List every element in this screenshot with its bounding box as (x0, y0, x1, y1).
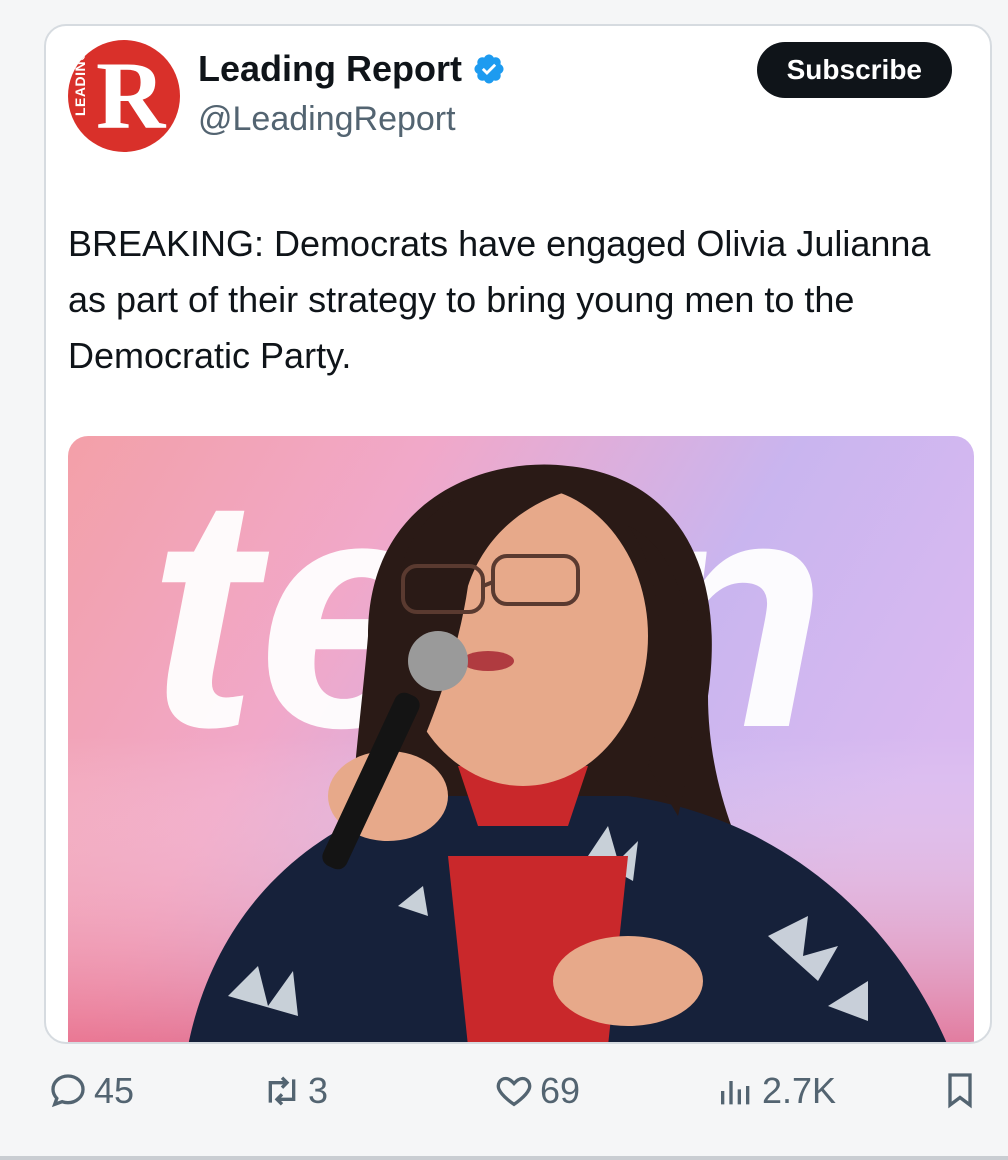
heart-icon (496, 1076, 532, 1107)
like-count: 69 (540, 1070, 581, 1111)
avatar-vertical-text: LEADING (72, 49, 88, 117)
subscribe-button[interactable]: Subscribe (756, 42, 952, 98)
handle[interactable]: @LeadingReport (198, 100, 456, 139)
tweet-photo: teen (68, 436, 974, 1042)
views-count: 2.7K (762, 1070, 837, 1111)
tweet-image[interactable]: teen (68, 436, 974, 1042)
reply-count: 45 (94, 1070, 135, 1111)
verified-badge-icon (474, 54, 504, 84)
reply-icon (51, 1074, 85, 1108)
name-row: Leading Report (198, 48, 506, 90)
display-name[interactable]: Leading Report (198, 48, 462, 90)
tweet-card[interactable]: R LEADING Leading Report @LeadingReport … (44, 24, 992, 1044)
repost-button[interactable]: 3 (262, 1070, 328, 1112)
tweet-actions: 45 3 69 2.7K (0, 1058, 1008, 1138)
views-icon (721, 1081, 750, 1105)
bookmark-icon (948, 1073, 972, 1109)
tweet-text: BREAKING: Democrats have engaged Olivia … (68, 223, 931, 376)
reply-button[interactable]: 45 (48, 1070, 134, 1112)
bottom-divider (0, 1156, 1008, 1160)
like-button[interactable]: 69 (494, 1070, 580, 1112)
avatar-letter: R (96, 42, 166, 149)
avatar[interactable]: R LEADING (68, 40, 180, 152)
repost-count: 3 (308, 1070, 329, 1111)
bookmark-button[interactable] (940, 1070, 986, 1110)
views-button[interactable]: 2.7K (716, 1070, 836, 1112)
repost-icon (268, 1076, 296, 1106)
